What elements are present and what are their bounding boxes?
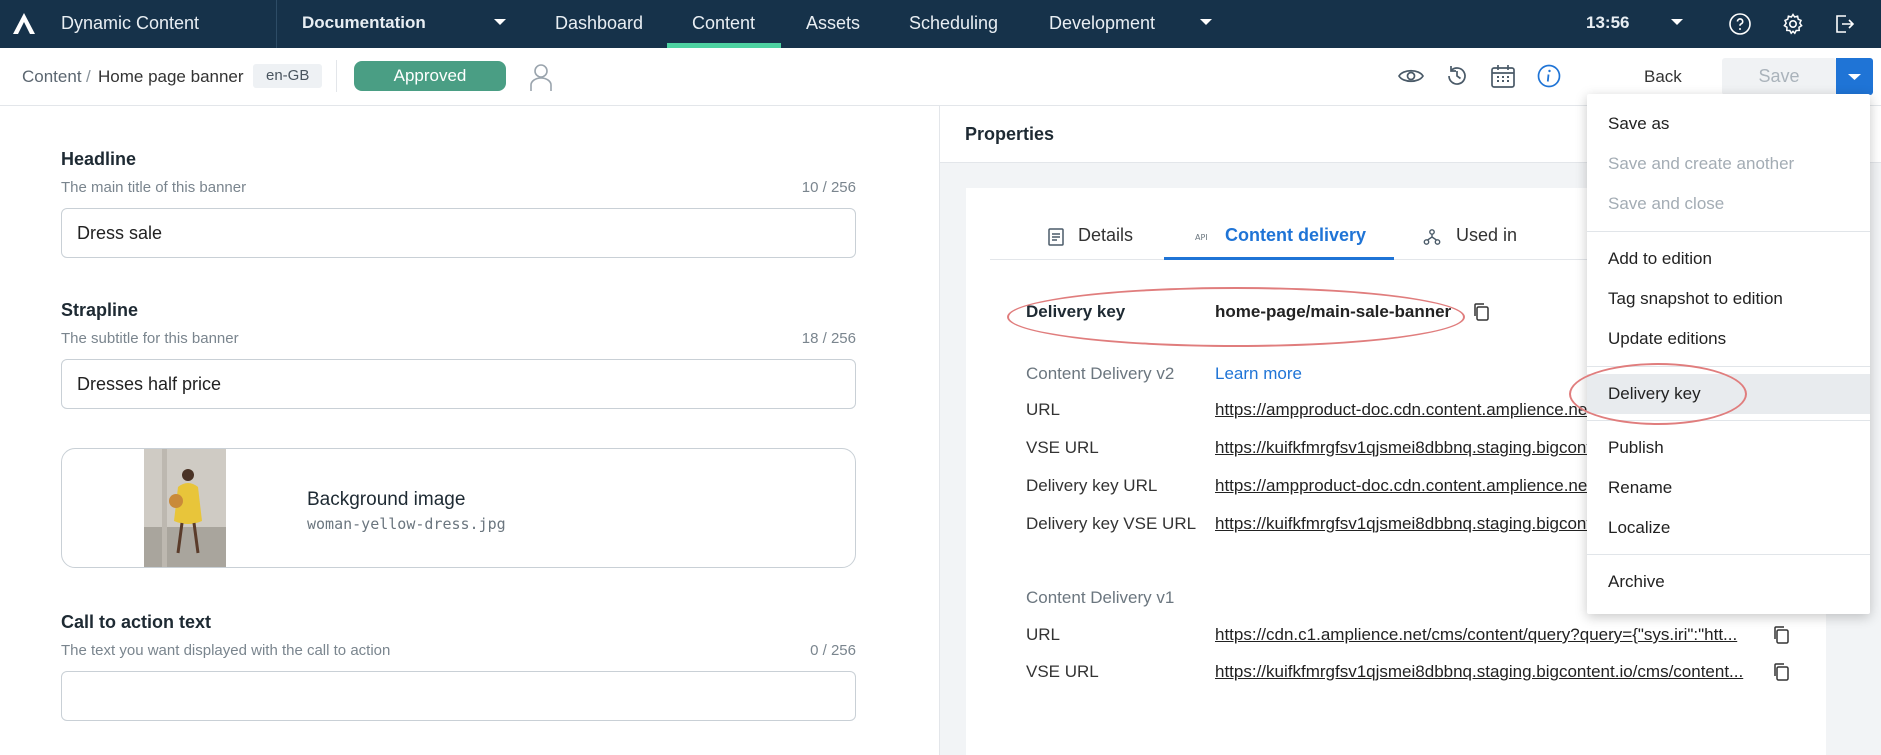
menu-item-tag-snapshot[interactable]: Tag snapshot to edition [1587, 279, 1870, 319]
tab-content-delivery[interactable]: Content delivery [1225, 225, 1366, 246]
save-options-menu: Save as Save and create another Save and… [1587, 94, 1870, 614]
delivery-key-highlight [1007, 287, 1465, 347]
strapline-label: Strapline [61, 300, 139, 320]
active-tab-indicator [1164, 257, 1394, 260]
locale-badge[interactable]: en-GB [253, 64, 323, 88]
strapline-hint: The subtitle for this banner [61, 330, 239, 347]
copy-icon[interactable] [1772, 625, 1790, 645]
headline-hint: The main title of this banner [61, 179, 247, 196]
menu-item-save-and-close[interactable]: Save and close [1587, 184, 1870, 224]
top-navigation-bar: Dynamic Content Documentation Dashboard … [0, 0, 1881, 48]
v2-delivery-key-vse-url-label: Delivery key VSE URL [1026, 514, 1197, 533]
chevron-down-icon[interactable] [1199, 17, 1213, 27]
menu-item-save-as[interactable]: Save as [1587, 104, 1870, 144]
sign-out-icon[interactable] [1832, 12, 1856, 36]
v2-delivery-key-url-label: Delivery key URL [1026, 476, 1158, 495]
cd-v2-label: Content Delivery v2 [1026, 364, 1175, 383]
tab-dashboard[interactable]: Dashboard [555, 13, 643, 34]
breadcrumb-content[interactable]: Content [22, 67, 82, 87]
tab-scheduling[interactable]: Scheduling [909, 13, 998, 34]
tab-development[interactable]: Development [1049, 13, 1155, 34]
app-name: Dynamic Content [61, 13, 200, 33]
menu-divider [1587, 231, 1870, 232]
copy-icon[interactable] [1472, 302, 1490, 322]
cta-label: Call to action text [61, 612, 212, 632]
tab-assets[interactable]: Assets [806, 13, 860, 34]
help-icon[interactable] [1728, 12, 1752, 36]
v2-url-label: URL [1026, 400, 1061, 419]
image-title: Background image [307, 489, 466, 510]
hub-selector[interactable]: Documentation [302, 13, 426, 33]
menu-divider [1587, 554, 1870, 555]
menu-item-publish[interactable]: Publish [1587, 428, 1870, 468]
headline-count: 10 / 256 [801, 179, 856, 196]
v1-url-label: URL [1026, 625, 1061, 644]
clock-time: 13:56 [1586, 13, 1630, 32]
divider [336, 60, 337, 92]
strapline-input[interactable]: Dresses half price [61, 359, 856, 409]
image-filename: woman-yellow-dress.jpg [307, 515, 506, 533]
save-button[interactable]: Save [1722, 58, 1836, 95]
v1-url-link[interactable]: https://cdn.c1.amplience.net/cms/content… [1215, 625, 1748, 645]
assignee-icon[interactable] [527, 62, 555, 92]
background-image-card[interactable]: Background image woman-yellow-dress.jpg [61, 448, 856, 568]
svg-text:API: API [1195, 233, 1208, 242]
preview-eye-icon[interactable] [1397, 62, 1425, 90]
learn-more-link[interactable]: Learn more [1215, 364, 1302, 384]
menu-item-archive[interactable]: Archive [1587, 562, 1870, 602]
tab-details[interactable]: Details [1078, 225, 1133, 246]
headline-label: Headline [61, 149, 137, 169]
info-icon[interactable] [1535, 62, 1563, 90]
v2-vse-url-label: VSE URL [1026, 438, 1099, 457]
headline-input[interactable]: Dress sale [61, 208, 856, 258]
chevron-down-icon[interactable] [493, 17, 507, 27]
amplience-logo-icon[interactable] [10, 10, 38, 38]
details-icon [1048, 228, 1064, 246]
v1-vse-url-label: VSE URL [1026, 662, 1099, 681]
chevron-down-icon[interactable] [1670, 17, 1684, 27]
menu-item-localize[interactable]: Localize [1587, 508, 1870, 548]
chevron-down-icon [1848, 74, 1861, 80]
calendar-icon[interactable] [1489, 62, 1517, 90]
v1-vse-url-link[interactable]: https://kuifkfmrgfsv1qjsmei8dbbnq.stagin… [1215, 662, 1748, 682]
save-options-button[interactable] [1836, 58, 1873, 95]
menu-item-add-to-edition[interactable]: Add to edition [1587, 239, 1870, 279]
copy-icon[interactable] [1772, 662, 1790, 682]
strapline-count: 18 / 256 [801, 330, 856, 347]
cta-count: 0 / 256 [810, 642, 856, 659]
cta-hint: The text you want displayed with the cal… [61, 642, 391, 659]
delivery-key-menu-highlight [1569, 363, 1747, 425]
tab-used-in[interactable]: Used in [1456, 225, 1517, 246]
image-thumbnail [144, 449, 226, 567]
status-badge[interactable]: Approved [354, 61, 506, 91]
breadcrumb-separator: / [86, 67, 91, 86]
menu-item-rename[interactable]: Rename [1587, 468, 1870, 508]
menu-item-save-and-create-another[interactable]: Save and create another [1587, 144, 1870, 184]
tab-content[interactable]: Content [692, 13, 755, 34]
cd-v1-label: Content Delivery v1 [1026, 588, 1175, 607]
cta-input[interactable] [61, 671, 856, 721]
used-in-icon [1423, 229, 1441, 245]
history-icon[interactable] [1443, 62, 1471, 90]
gear-icon[interactable] [1781, 12, 1805, 36]
menu-item-update-editions[interactable]: Update editions [1587, 319, 1870, 359]
divider [276, 0, 277, 48]
breadcrumb-current: Home page banner [98, 67, 244, 86]
api-icon: API [1195, 233, 1208, 242]
content-form: Headline The main title of this banner 1… [0, 106, 939, 755]
properties-title: Properties [965, 124, 1055, 144]
back-button[interactable]: Back [1644, 67, 1682, 87]
